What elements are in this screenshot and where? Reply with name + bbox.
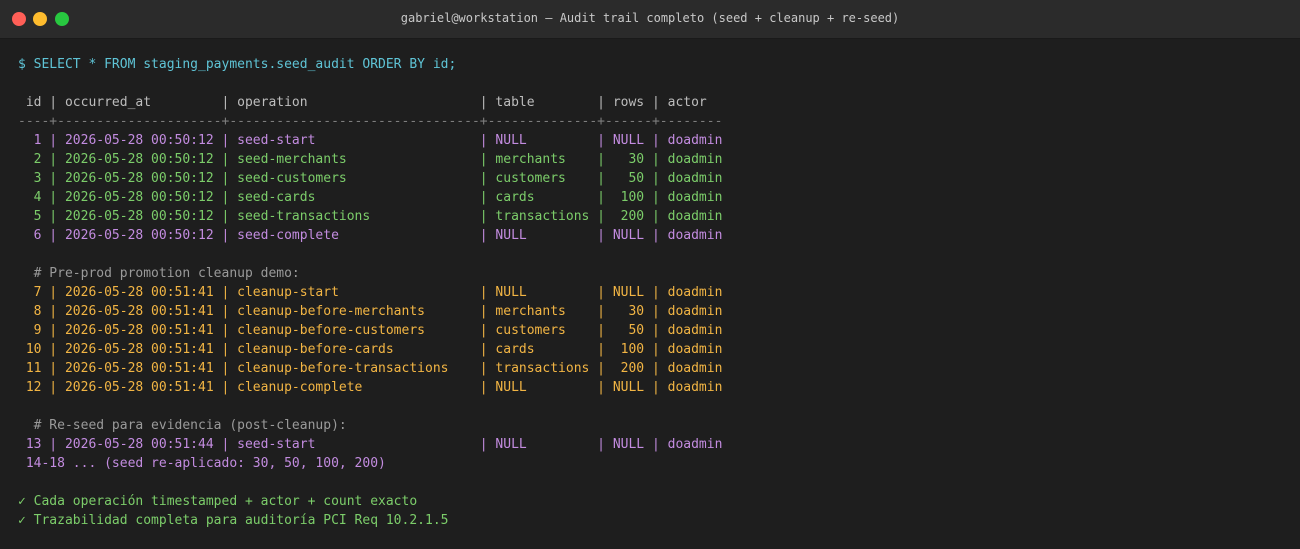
table-row: 1 | 2026-05-28 00:50:12 | seed-start | N… (18, 133, 723, 148)
reseed-comment: # Re-seed para evidencia (post-cleanup): (18, 418, 347, 433)
table-row: 9 | 2026-05-28 00:51:41 | cleanup-before… (18, 323, 723, 338)
sql-command: $ SELECT * FROM staging_payments.seed_au… (18, 57, 457, 72)
table-row: 13 | 2026-05-28 00:51:44 | seed-start | … (18, 437, 723, 452)
table-row: 7 | 2026-05-28 00:51:41 | cleanup-start … (18, 285, 723, 300)
table-row: 10 | 2026-05-28 00:51:41 | cleanup-befor… (18, 342, 723, 357)
terminal-output[interactable]: $ SELECT * FROM staging_payments.seed_au… (18, 55, 1290, 530)
table-header: id | occurred_at | operation | table | r… (18, 95, 707, 110)
title-bar[interactable]: gabriel@workstation — Audit trail comple… (0, 0, 1300, 39)
table-row: 12 | 2026-05-28 00:51:41 | cleanup-compl… (18, 380, 723, 395)
check-line: ✓ Trazabilidad completa para auditoría P… (18, 513, 449, 528)
table-row: 2 | 2026-05-28 00:50:12 | seed-merchants… (18, 152, 723, 167)
reseed-summary: 14-18 ... (seed re-aplicado: 30, 50, 100… (18, 456, 386, 471)
table-row: 6 | 2026-05-28 00:50:12 | seed-complete … (18, 228, 723, 243)
table-row: 8 | 2026-05-28 00:51:41 | cleanup-before… (18, 304, 723, 319)
table-row: 11 | 2026-05-28 00:51:41 | cleanup-befor… (18, 361, 723, 376)
table-row: 3 | 2026-05-28 00:50:12 | seed-customers… (18, 171, 723, 186)
terminal-window: gabriel@workstation — Audit trail comple… (0, 0, 1300, 549)
table-row: 4 | 2026-05-28 00:50:12 | seed-cards | c… (18, 190, 723, 205)
cleanup-comment: # Pre-prod promotion cleanup demo: (18, 266, 300, 281)
window-title: gabriel@workstation — Audit trail comple… (400, 11, 900, 25)
table-row: 5 | 2026-05-28 00:50:12 | seed-transacti… (18, 209, 723, 224)
check-line: ✓ Cada operación timestamped + actor + c… (18, 494, 418, 509)
table-separator: ----+---------------------+-------------… (18, 114, 723, 129)
